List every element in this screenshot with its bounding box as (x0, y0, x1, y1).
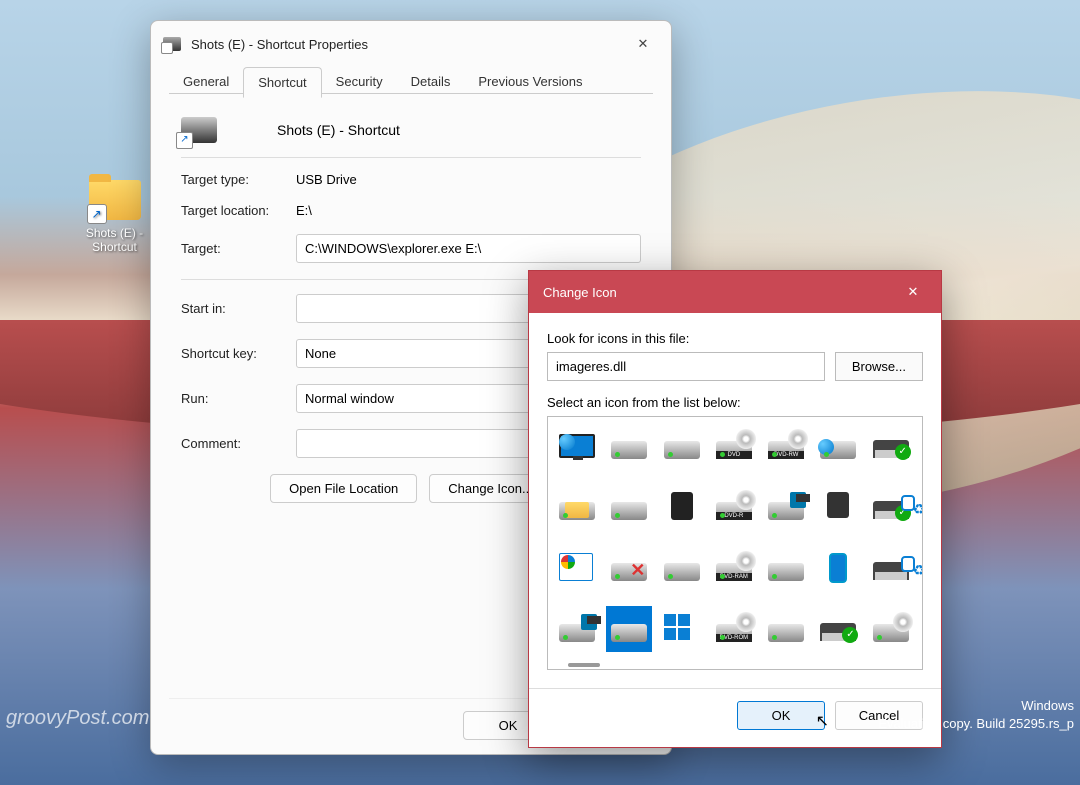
desktop-shortcut[interactable]: ↗ Shots (E) - Shortcut (72, 180, 157, 254)
icon-drive-alt[interactable] (659, 545, 705, 591)
icon-drive-small[interactable] (763, 545, 809, 591)
drive-shortcut-icon (163, 37, 181, 51)
icon-printer-check[interactable]: ✓ (868, 423, 914, 469)
icon-monitor-globe[interactable] (554, 423, 600, 469)
scrollbar-thumb[interactable] (568, 663, 600, 667)
change-icon-dialog: Change Icon ✕ Look for icons in this fil… (528, 270, 942, 748)
change-icon-close-button[interactable]: ✕ (899, 282, 927, 302)
folder-shortcut-icon: ↗ (89, 180, 141, 222)
label-select-icon: Select an icon from the list below: (547, 395, 923, 410)
icon-chip[interactable] (659, 484, 705, 530)
icon-printer-recycle[interactable]: ✓ (868, 484, 914, 530)
tab-shortcut[interactable]: Shortcut (243, 67, 321, 98)
value-target-location: E:\ (296, 203, 312, 218)
icon-drive-bottom[interactable] (763, 606, 809, 652)
shortcut-label: Shots (E) - Shortcut (72, 226, 157, 254)
icon-dvd-rom[interactable]: DVD-ROM (711, 606, 757, 652)
header-title: Shots (E) - Shortcut (277, 122, 400, 138)
icon-phone[interactable] (815, 545, 861, 591)
label-start-in: Start in: (181, 301, 296, 316)
icon-dvd-rw[interactable]: DVD-RW (763, 423, 809, 469)
watermark-left: groovyPost.com (6, 707, 149, 730)
icon-drive-folder[interactable] (554, 484, 600, 530)
icon-dvd[interactable]: DVD (711, 423, 757, 469)
icon-list[interactable]: DVD DVD-RW ✓ DVD-R ✓ ✕ DVD-RAM DVD-ROM (547, 416, 923, 670)
titlebar[interactable]: Shots (E) - Shortcut Properties ✕ (151, 21, 671, 59)
open-file-location-button[interactable]: Open File Location (270, 474, 417, 503)
browse-button[interactable]: Browse... (835, 352, 923, 381)
watermark-right: Windows Evaluation copy. Build 25295.rs_… (878, 697, 1074, 733)
window-title: Shots (E) - Shortcut Properties (191, 37, 625, 52)
label-look-for-icons: Look for icons in this file: (547, 331, 923, 346)
icon-dvd-r[interactable]: DVD-R (711, 484, 757, 530)
icon-drive-disc[interactable] (868, 606, 914, 652)
icon-windows[interactable] (659, 606, 705, 652)
label-target-type: Target type: (181, 172, 296, 187)
change-icon-titlebar[interactable]: Change Icon ✕ (529, 271, 941, 313)
icon-drive-save-2[interactable] (554, 606, 600, 652)
label-target: Target: (181, 241, 296, 256)
input-icon-file[interactable] (547, 352, 825, 381)
icon-printer-check-2[interactable]: ✓ (815, 606, 861, 652)
icon-printer-recycle-2[interactable] (868, 545, 914, 591)
icon-drive-floppy[interactable] (606, 423, 652, 469)
icon-drive-selected[interactable] (606, 606, 652, 652)
close-button[interactable]: ✕ (625, 30, 661, 58)
change-icon-ok-button[interactable]: OK (737, 701, 825, 730)
icon-dvd-ram[interactable]: DVD-RAM (711, 545, 757, 591)
icon-camera[interactable] (815, 484, 861, 530)
icon-drive-globe[interactable] (815, 423, 861, 469)
value-target-type: USB Drive (296, 172, 357, 187)
label-comment: Comment: (181, 436, 296, 451)
icon-drive-save[interactable] (763, 484, 809, 530)
label-target-location: Target location: (181, 203, 296, 218)
icon-drive[interactable] (659, 423, 705, 469)
label-run: Run: (181, 391, 296, 406)
drive-shortcut-icon (181, 117, 217, 143)
change-icon-title: Change Icon (543, 285, 899, 300)
icon-drive-x[interactable]: ✕ (606, 545, 652, 591)
icon-drive-plain[interactable] (606, 484, 652, 530)
label-shortcut-key: Shortcut key: (181, 346, 296, 361)
icon-control-panel[interactable] (554, 545, 600, 591)
input-target[interactable] (296, 234, 641, 263)
